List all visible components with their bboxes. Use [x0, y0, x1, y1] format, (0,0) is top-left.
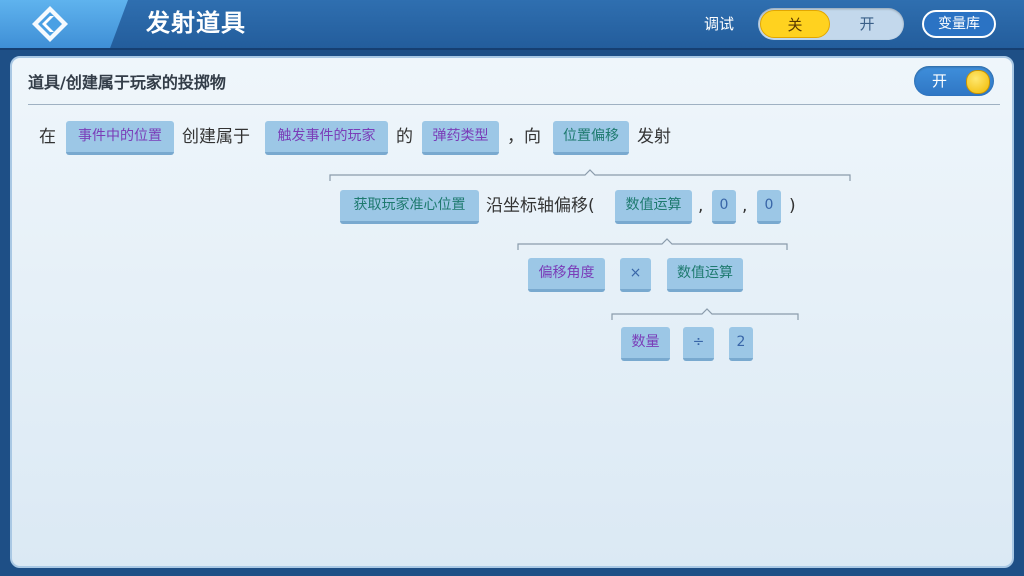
chip-zero-z[interactable]: 0	[757, 190, 781, 224]
text-fire: 发射	[637, 127, 671, 147]
text-of: 的	[396, 127, 413, 147]
chip-numeric-operation-2[interactable]: 数值运算	[667, 258, 743, 292]
text-in: 在	[39, 127, 56, 147]
bracket-line1	[329, 169, 851, 181]
chip-number-two[interactable]: 2	[729, 327, 753, 361]
chip-multiply-operator[interactable]: ×	[620, 258, 651, 292]
text-close-paren: )	[789, 196, 796, 216]
bracket-connectors	[329, 169, 851, 320]
bracket-line3	[611, 308, 799, 320]
text-toward: ，向	[507, 127, 541, 147]
chip-player-crosshair[interactable]: 获取玩家准心位置	[340, 190, 479, 224]
bracket-line2	[517, 238, 788, 250]
chip-ammo-type[interactable]: 弹药类型	[422, 121, 499, 155]
text-axis-offset: 沿坐标轴偏移(	[486, 196, 595, 216]
text-create-belonging: 创建属于	[182, 127, 250, 147]
chip-trigger-player[interactable]: 触发事件的玩家	[265, 121, 388, 155]
text-comma-2: ,	[742, 196, 748, 216]
chip-zero-y[interactable]: 0	[712, 190, 736, 224]
chip-divide-operator[interactable]: ÷	[683, 327, 714, 361]
chip-offset-angle[interactable]: 偏移角度	[528, 258, 605, 292]
chip-numeric-operation[interactable]: 数值运算	[615, 190, 692, 224]
chip-count[interactable]: 数量	[621, 327, 670, 361]
chip-position-offset[interactable]: 位置偏移	[553, 121, 629, 155]
chip-event-position[interactable]: 事件中的位置	[66, 121, 174, 155]
text-comma-1: ,	[698, 196, 704, 216]
